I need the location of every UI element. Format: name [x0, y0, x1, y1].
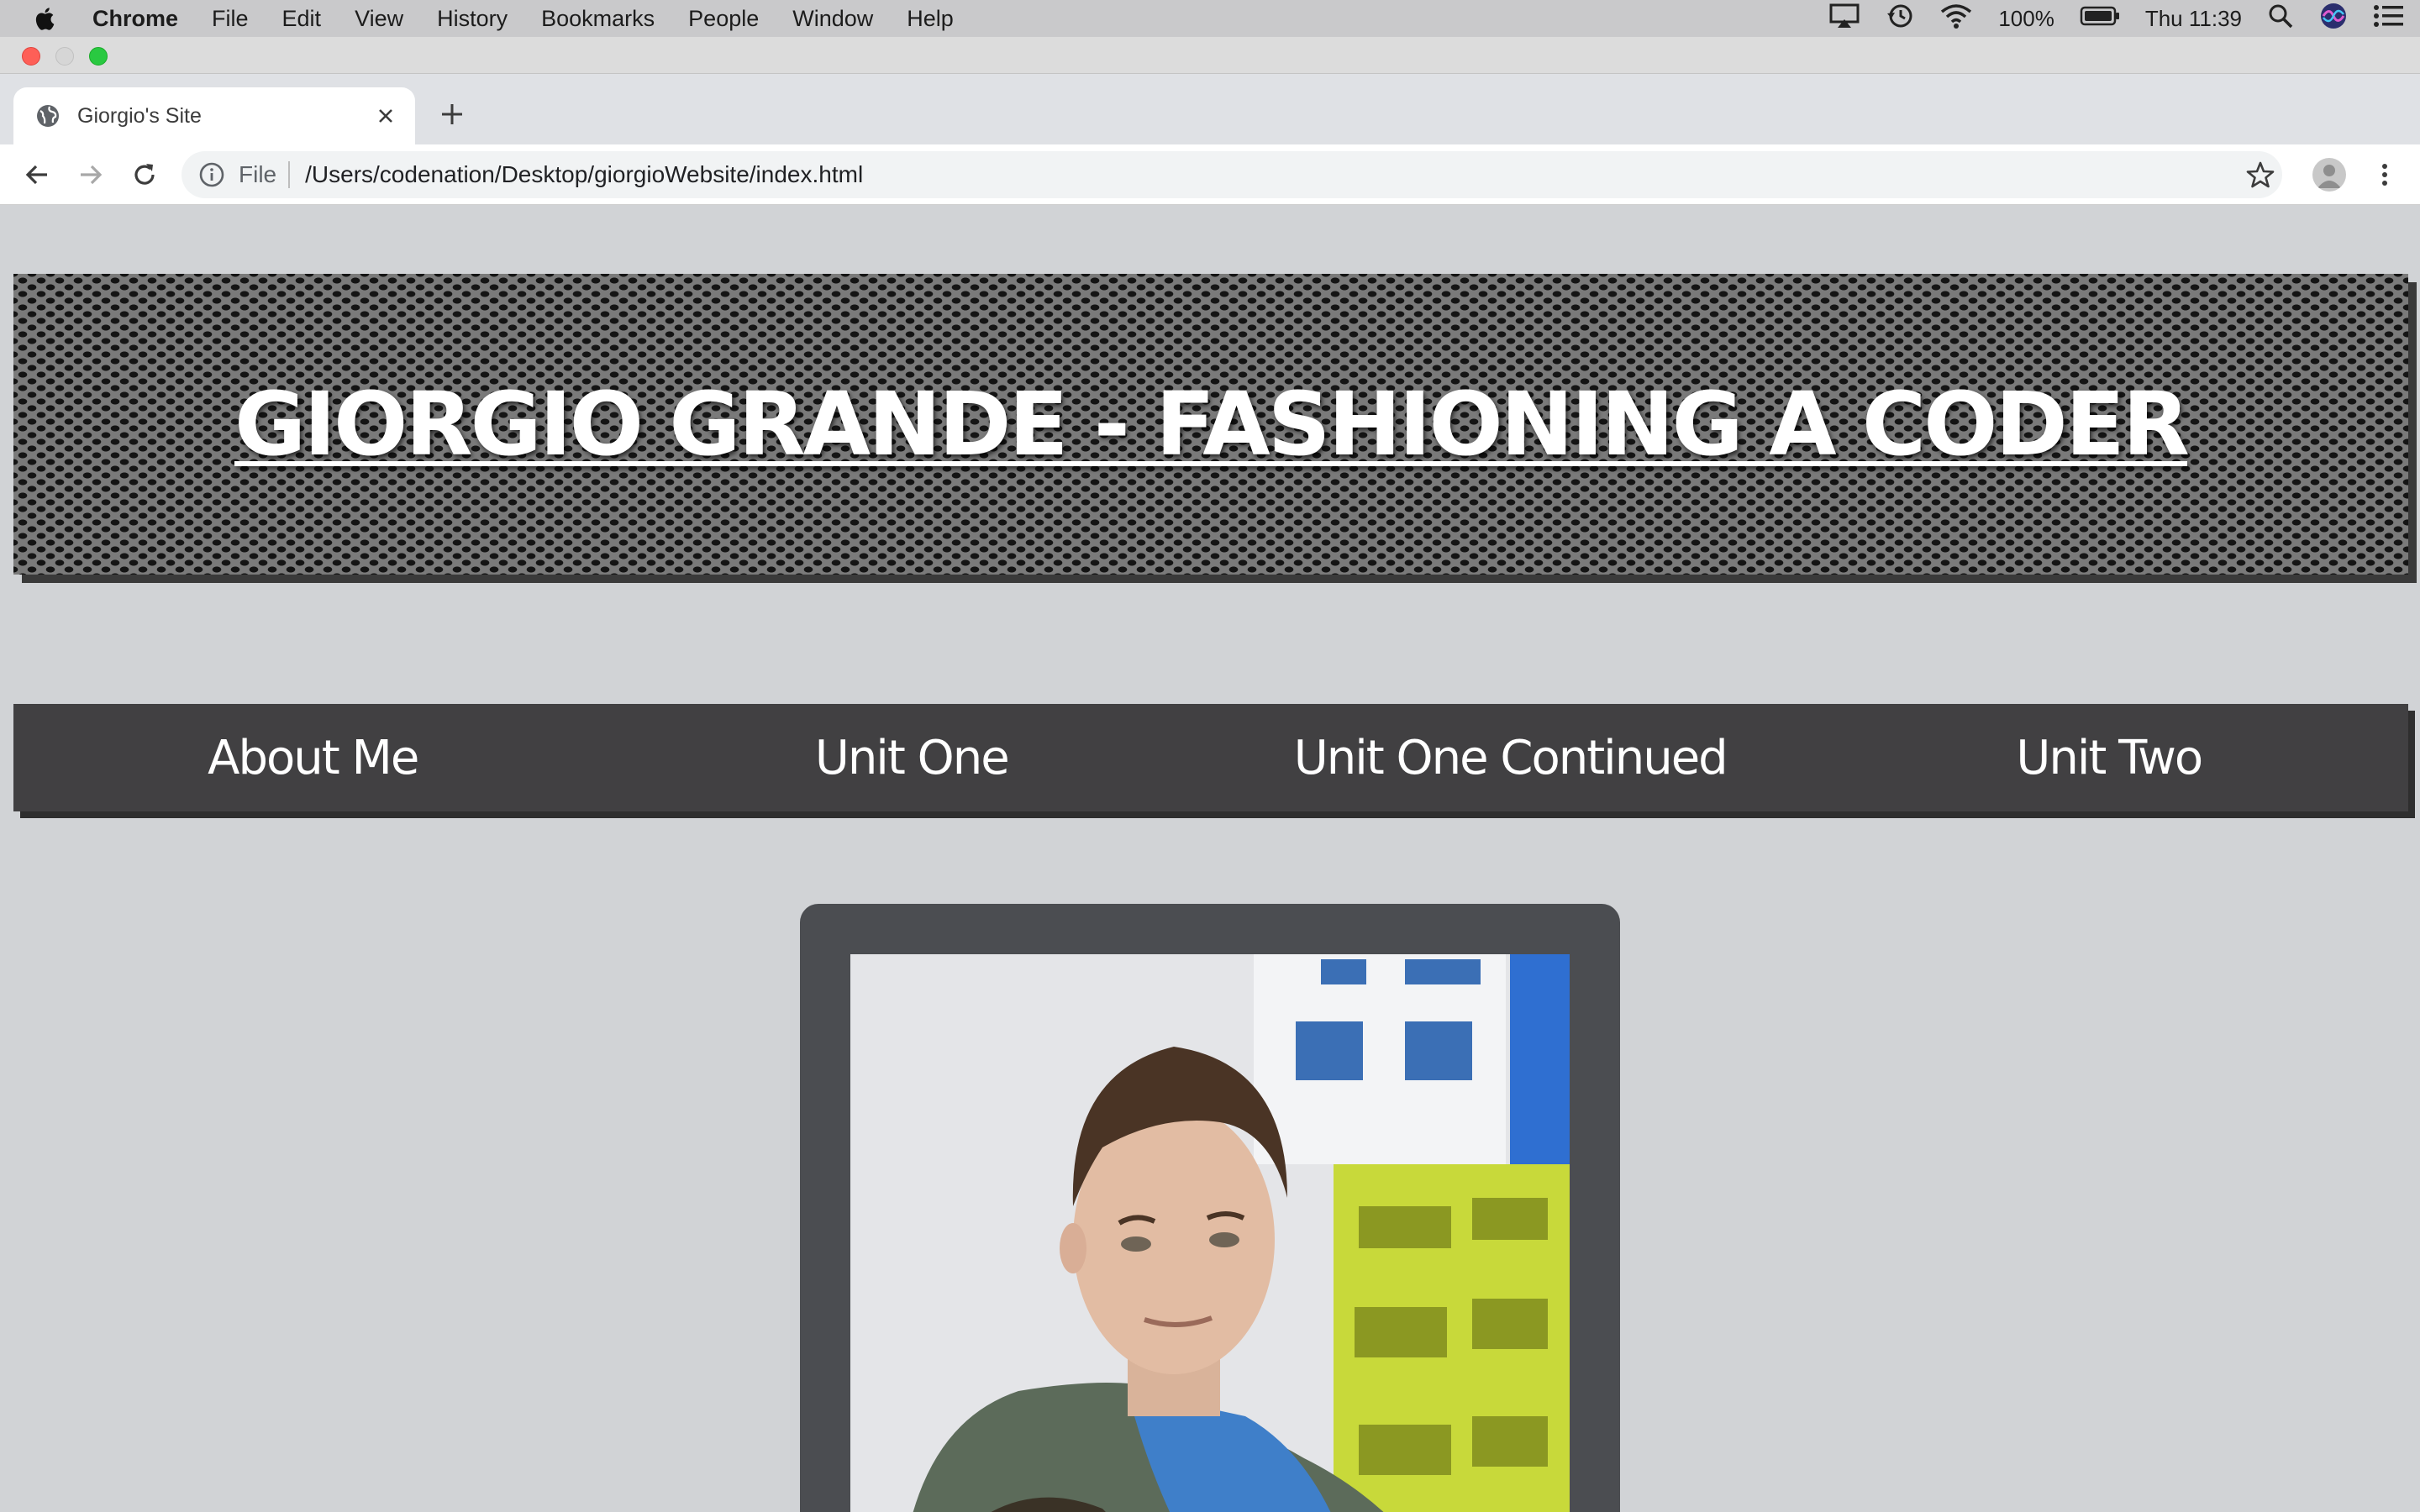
info-icon[interactable] — [198, 161, 225, 188]
profile-photo-frame — [800, 904, 1620, 1512]
nav-link-unit-one-continued[interactable]: Unit One Continued — [1211, 731, 1810, 785]
menu-history[interactable]: History — [420, 6, 524, 32]
menu-edit[interactable]: Edit — [266, 6, 339, 32]
siri-icon[interactable] — [2319, 2, 2348, 36]
url-text[interactable]: /Users/codenation/Desktop/giorgioWebsite… — [305, 161, 863, 188]
globe-icon — [35, 103, 60, 129]
tab-strip: Giorgio's Site — [0, 74, 2420, 144]
new-tab-plus-icon[interactable] — [437, 99, 467, 129]
page-viewport: GIORGIO GRANDE - FASHIONING A CODER Abou… — [0, 205, 2420, 1512]
menu-people[interactable]: People — [671, 6, 776, 32]
reload-icon[interactable] — [128, 158, 161, 192]
header-banner: GIORGIO GRANDE - FASHIONING A CODER — [13, 274, 2408, 575]
menu-bookmarks[interactable]: Bookmarks — [524, 6, 671, 32]
time-machine-icon[interactable] — [1886, 2, 1914, 36]
nav-link-unit-one[interactable]: Unit One — [613, 731, 1212, 785]
battery-percent: 100% — [1998, 5, 2054, 31]
macos-menu-bar: Chrome File Edit View History Bookmarks … — [0, 0, 2420, 37]
menu-window[interactable]: Window — [776, 6, 890, 32]
menu-app-name[interactable]: Chrome — [92, 6, 195, 32]
address-bar[interactable]: File /Users/codenation/Desktop/giorgioWe… — [182, 151, 2282, 198]
nav-link-unit-two[interactable]: Unit Two — [1810, 731, 2409, 785]
chrome-menu-kebab-icon[interactable] — [2370, 160, 2400, 190]
site-title[interactable]: GIORGIO GRANDE - FASHIONING A CODER — [234, 373, 2190, 475]
back-arrow-icon[interactable] — [20, 158, 54, 192]
notification-center-icon[interactable] — [2373, 3, 2405, 34]
menu-help[interactable]: Help — [890, 6, 971, 32]
wifi-icon[interactable] — [1939, 3, 1973, 35]
airplay-icon[interactable] — [1828, 3, 1860, 35]
window-zoom-button[interactable] — [89, 47, 108, 66]
nav-link-about-me[interactable]: About Me — [13, 731, 613, 785]
menu-file[interactable]: File — [195, 6, 266, 32]
profile-avatar-icon[interactable] — [2312, 158, 2346, 192]
tab-close-icon[interactable] — [375, 105, 397, 127]
status-area: 100% Thu 11:39 — [1828, 0, 2405, 37]
browser-tab[interactable]: Giorgio's Site — [13, 87, 415, 144]
battery-icon[interactable] — [2080, 5, 2120, 33]
forward-arrow-icon[interactable] — [74, 158, 108, 192]
spotlight-search-icon[interactable] — [2267, 3, 2294, 35]
menu-view[interactable]: View — [338, 6, 420, 32]
profile-photo — [850, 954, 1570, 1512]
clock[interactable]: Thu 11:39 — [2145, 6, 2242, 32]
window-close-button[interactable] — [22, 47, 40, 66]
tab-title: Giorgio's Site — [77, 103, 202, 128]
window-title-bar — [0, 37, 2420, 74]
window-minimize-button[interactable] — [55, 47, 74, 66]
url-scheme-label: File — [239, 161, 291, 188]
site-nav: About Me Unit One Unit One Continued Uni… — [13, 704, 2408, 811]
apple-menu-icon[interactable] — [0, 5, 92, 32]
bookmark-star-icon[interactable] — [2245, 160, 2275, 190]
